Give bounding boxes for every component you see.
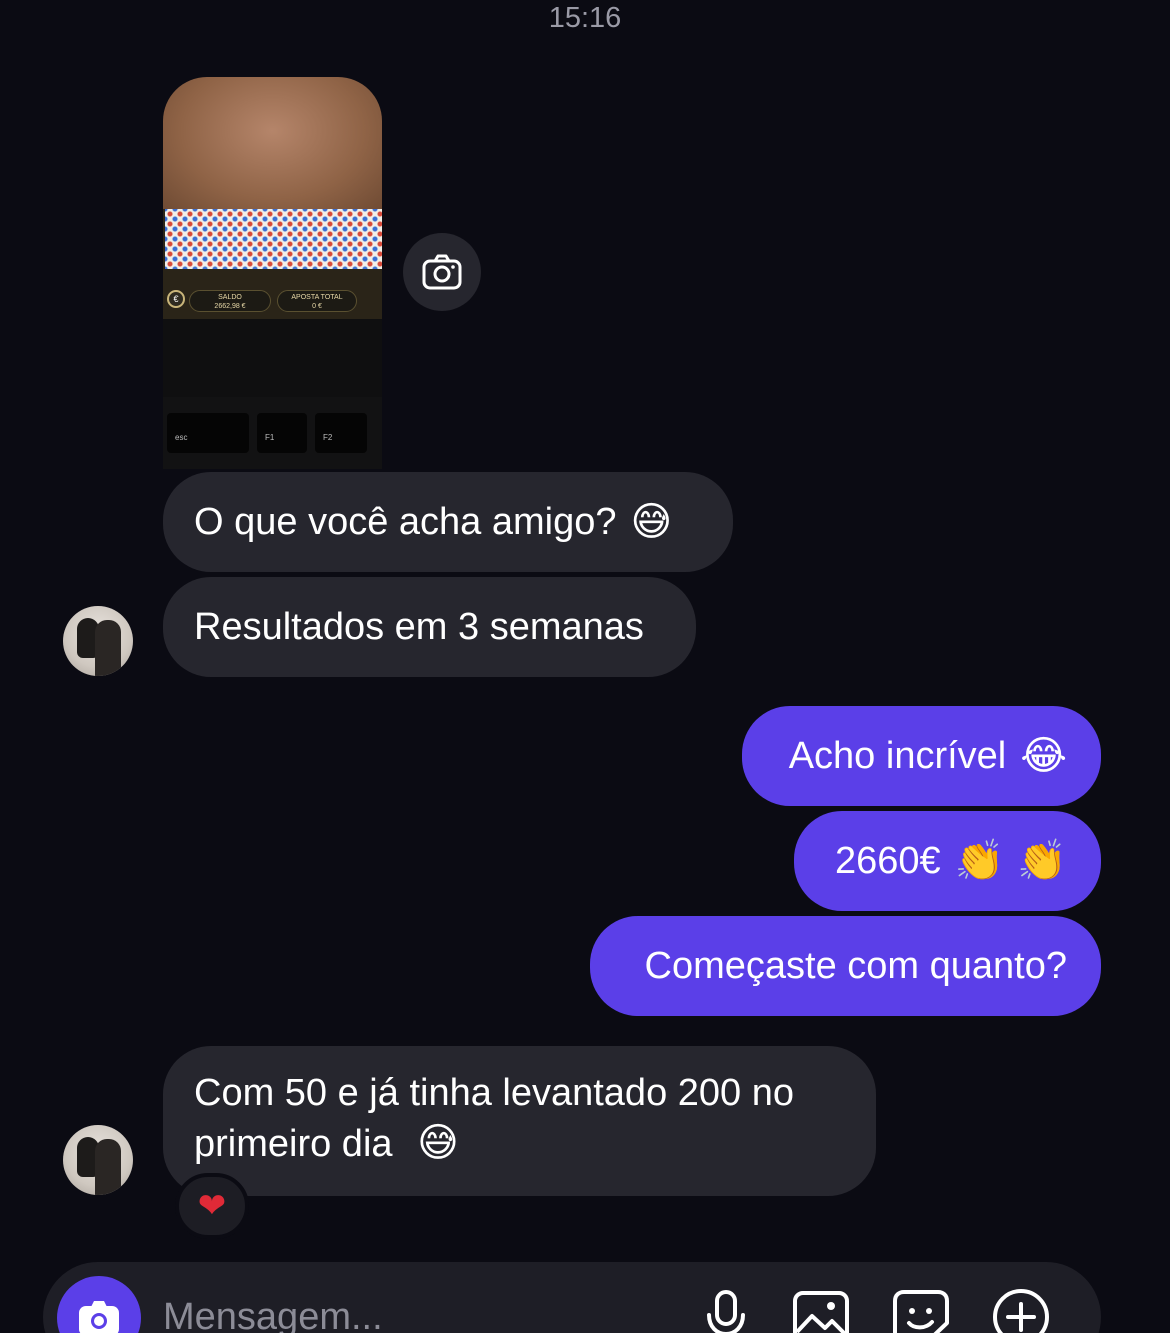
message-text-line2: primeiro dia: [194, 1123, 393, 1165]
heart-reaction[interactable]: ❤: [175, 1173, 249, 1239]
saldo-label: SALDO: [218, 294, 242, 301]
roulette-number-grid: [165, 209, 382, 269]
gallery-icon: [793, 1291, 849, 1333]
shared-photo[interactable]: € SALDO 2662,98 € APOSTA TOTAL 0 € esc F…: [163, 77, 382, 469]
message-text: O que você acha amigo?: [194, 501, 617, 543]
more-button[interactable]: [990, 1286, 1052, 1333]
aposta-pill: APOSTA TOTAL 0 €: [277, 290, 357, 312]
camera-reply-button[interactable]: [403, 233, 481, 311]
message-text-line1: Com 50 e já tinha levantado 200 no: [194, 1072, 794, 1114]
gallery-button[interactable]: [790, 1286, 852, 1333]
microphone-button[interactable]: [695, 1286, 757, 1333]
camera-icon: [422, 254, 462, 290]
sweat-smile-emoji: 😅: [417, 1120, 459, 1166]
keyboard-area: esc F1 F2: [163, 397, 382, 469]
message-text: Acho incrível: [788, 735, 1007, 777]
avatar[interactable]: [63, 1125, 133, 1195]
avatar[interactable]: [63, 606, 133, 676]
chat-timestamp: 15:16: [548, 2, 622, 34]
message-text: 2660€: [835, 840, 941, 882]
message-bubble-outgoing[interactable]: Começaste com quanto?: [590, 916, 1101, 1016]
message-bubble-incoming[interactable]: Com 50 e já tinha levantado 200 no prime…: [163, 1046, 876, 1196]
aposta-label: APOSTA TOTAL: [291, 294, 343, 301]
message-text: Resultados em 3 semanas: [194, 606, 644, 648]
message-bubble-outgoing[interactable]: 2660€ 👏 👏: [794, 811, 1101, 911]
microphone-icon: [707, 1290, 745, 1333]
message-bubble-incoming[interactable]: Resultados em 3 semanas: [163, 577, 696, 677]
message-bubble-outgoing[interactable]: Acho incrível 😂: [742, 706, 1101, 806]
saldo-value: 2662,98 €: [214, 303, 246, 310]
message-input[interactable]: [163, 1292, 663, 1333]
sweat-smile-emoji: 😅: [630, 499, 673, 545]
key-f1: F1: [257, 413, 307, 453]
sticker-icon: [893, 1290, 949, 1333]
clapping-hands-emoji: 👏 👏: [954, 838, 1067, 884]
message-bubble-incoming[interactable]: O que você acha amigo? 😅: [163, 472, 733, 572]
heart-icon: ❤: [197, 1186, 227, 1226]
key-esc: esc: [167, 413, 249, 453]
tears-of-joy-emoji: 😂: [1020, 733, 1067, 779]
photo-wall-area: [163, 77, 382, 212]
aposta-value: 0 €: [312, 303, 322, 310]
plus-icon: [993, 1289, 1049, 1333]
message-text: Começaste com quanto?: [644, 945, 1067, 987]
camera-icon: [79, 1301, 119, 1333]
chip-icon: €: [167, 290, 185, 308]
saldo-pill: SALDO 2662,98 €: [189, 290, 271, 312]
key-f2: F2: [315, 413, 367, 453]
sticker-button[interactable]: [890, 1286, 952, 1333]
